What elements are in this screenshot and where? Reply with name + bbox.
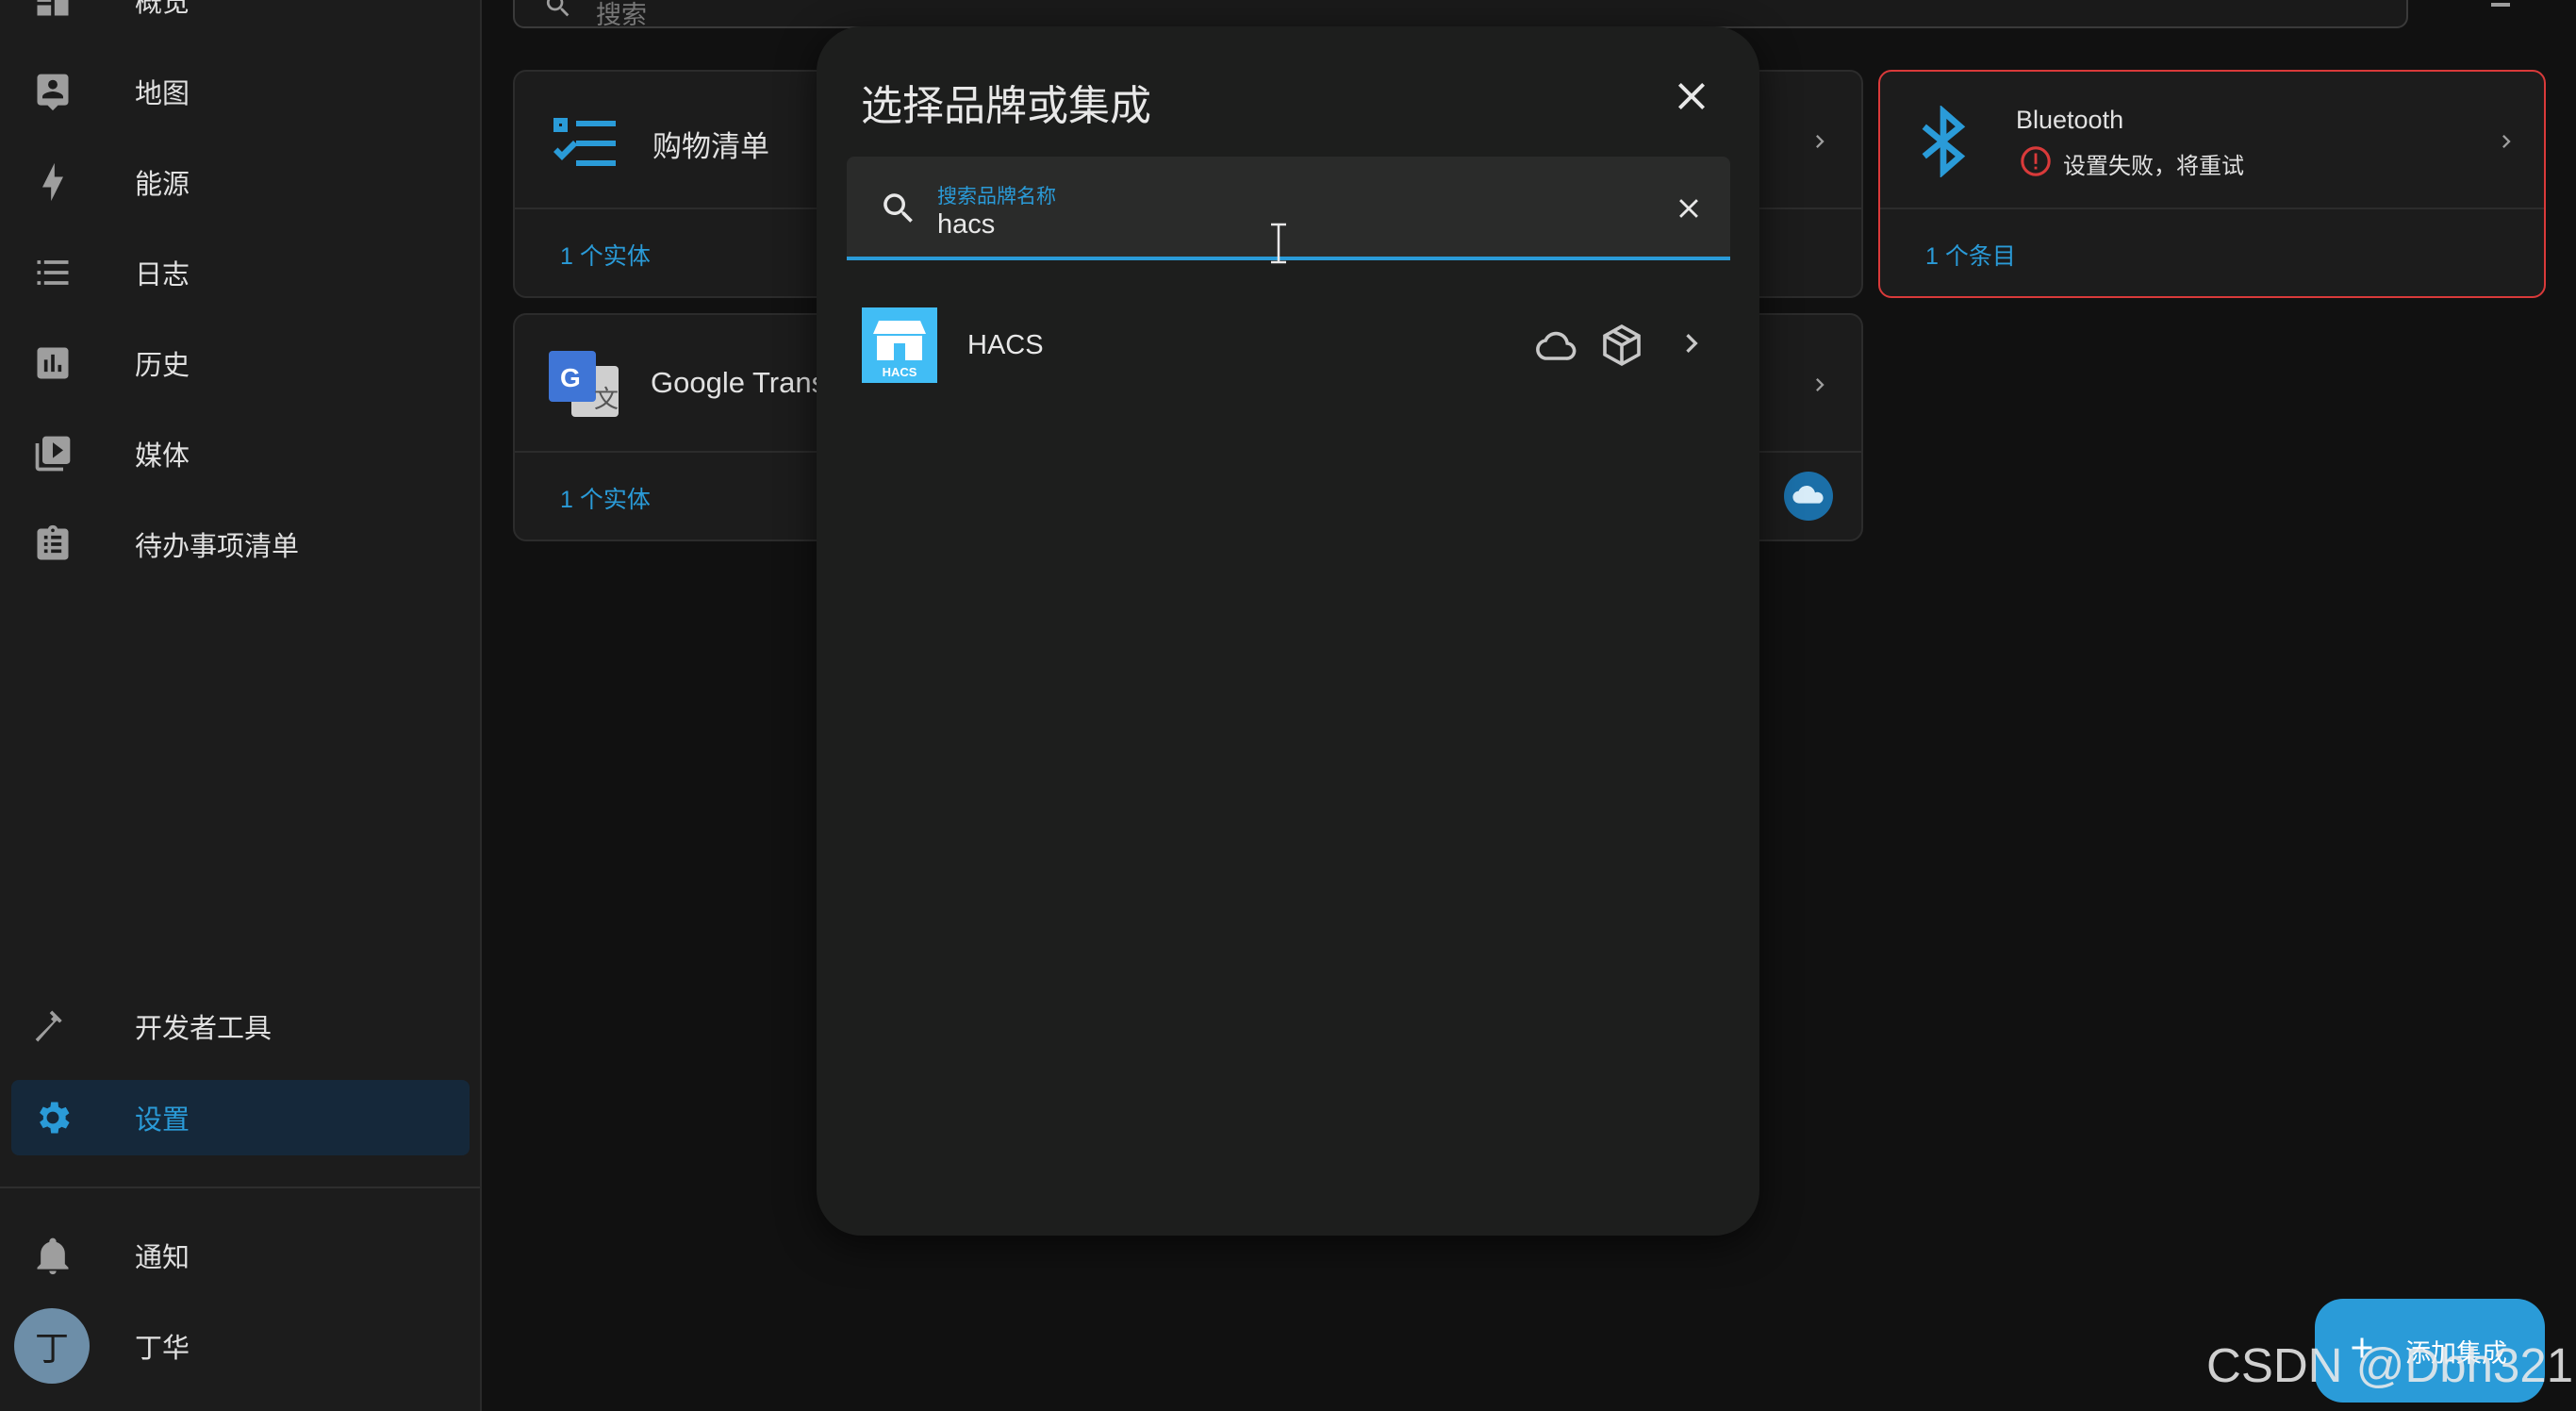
- cloud-outline-icon: [1536, 331, 1577, 360]
- dashboard-icon: [37, 0, 69, 16]
- card-status-text: 设置失败，将重试: [2063, 154, 2244, 179]
- filter-icon[interactable]: [2484, 0, 2518, 13]
- svg-text:G: G: [560, 363, 581, 392]
- sidebar-item-overview[interactable]: 概览: [11, 0, 470, 38]
- search-bar[interactable]: 搜索: [513, 0, 2408, 29]
- sidebar-item-user[interactable]: 丁华: [90, 1308, 467, 1384]
- chevron-right-icon[interactable]: [1673, 324, 1710, 362]
- clear-search-icon[interactable]: [1673, 192, 1705, 224]
- sidebar-item-notifications[interactable]: 通知: [11, 1218, 470, 1293]
- sidebar-item-logbook[interactable]: 日志: [11, 235, 470, 310]
- card-entities-link[interactable]: 1 个实体: [560, 481, 651, 515]
- hacs-logo: HACS: [862, 307, 937, 383]
- sidebar-item-label: 概览: [135, 0, 190, 18]
- watermark: CSDN @Dbh321: [2206, 1338, 2574, 1392]
- sidebar-item-label: 媒体: [135, 441, 190, 472]
- cloud-badge-icon: [1784, 472, 1833, 521]
- chevron-right-icon[interactable]: [1807, 372, 1833, 398]
- svg-text:文: 文: [594, 386, 619, 414]
- sidebar-divider: [0, 1187, 480, 1188]
- cog-icon: [40, 1102, 70, 1134]
- search-field-value[interactable]: hacs: [937, 209, 995, 241]
- home-assistant-screen: 概览 地图 能源 日志 历史 媒体 待办事项清单 开发者工具 设置 通知 丁 丁…: [0, 0, 2576, 1411]
- package-variant-icon: [1603, 324, 1641, 367]
- search-field-label: 搜索品牌名称: [937, 186, 1056, 208]
- google-translate-logo: G 文: [549, 351, 619, 417]
- clipboard-list-icon: [37, 524, 69, 560]
- text-cursor-icon: [1271, 223, 1286, 264]
- sidebar-item-label: 日志: [135, 260, 190, 290]
- card-divider: [1880, 208, 2544, 209]
- sidebar-item-label: 能源: [135, 170, 190, 200]
- card-entries-link[interactable]: 1 个条目: [1925, 238, 2016, 272]
- sidebar-item-map[interactable]: 地图: [11, 54, 470, 129]
- sidebar: 概览 地图 能源 日志 历史 媒体 待办事项清单 开发者工具 设置 通知 丁 丁…: [0, 0, 482, 1411]
- hammer-icon: [35, 1010, 62, 1042]
- sidebar-item-label: 开发者工具: [135, 1014, 272, 1044]
- search-icon: [883, 193, 913, 223]
- sidebar-item-developer-tools[interactable]: 开发者工具: [11, 988, 470, 1064]
- sidebar-item-media[interactable]: 媒体: [11, 416, 470, 491]
- select-brand-dialog: 选择品牌或集成 搜索品牌名称 hacs HACS HACS: [817, 26, 1759, 1236]
- bluetooth-icon: [1922, 106, 1966, 177]
- alert-circle-icon: [2021, 146, 2051, 176]
- avatar[interactable]: 丁: [14, 1308, 90, 1384]
- sidebar-item-label: 设置: [135, 1105, 190, 1136]
- card-title: Bluetooth: [2016, 106, 2124, 134]
- map-account-icon: [37, 74, 69, 111]
- chart-box-icon: [37, 347, 69, 379]
- sidebar-item-history[interactable]: 历史: [11, 325, 470, 401]
- chevron-right-icon[interactable]: [1807, 128, 1833, 155]
- dialog-title: 选择品牌或集成: [861, 82, 1151, 130]
- sidebar-item-energy[interactable]: 能源: [11, 144, 470, 220]
- card-entities-link[interactable]: 1 个实体: [560, 238, 651, 272]
- play-box-multiple-icon: [35, 436, 71, 472]
- sidebar-item-todo[interactable]: 待办事项清单: [11, 506, 470, 582]
- result-label: HACS: [967, 330, 1044, 360]
- user-name: 丁华: [135, 1334, 190, 1364]
- format-list-checks-icon: [553, 118, 616, 166]
- format-list-icon: [37, 260, 69, 285]
- sidebar-item-label: 通知: [135, 1243, 190, 1273]
- sidebar-item-settings[interactable]: 设置: [11, 1080, 470, 1155]
- search-placeholder: 搜索: [596, 1, 647, 29]
- sidebar-item-label: 历史: [135, 351, 190, 381]
- sidebar-item-label: 地图: [135, 79, 190, 109]
- hacs-logo-text: HACS: [883, 365, 917, 379]
- search-icon: [546, 0, 570, 17]
- sidebar-item-label: 待办事项清单: [135, 532, 300, 562]
- card-title: 购物清单: [652, 130, 769, 163]
- chevron-right-icon[interactable]: [2493, 128, 2519, 155]
- lightning-bolt-icon: [42, 162, 63, 202]
- close-icon[interactable]: [1669, 74, 1714, 119]
- integration-card-bluetooth[interactable]: Bluetooth 设置失败，将重试 1 个条目: [1878, 70, 2546, 298]
- bell-icon: [37, 1237, 69, 1275]
